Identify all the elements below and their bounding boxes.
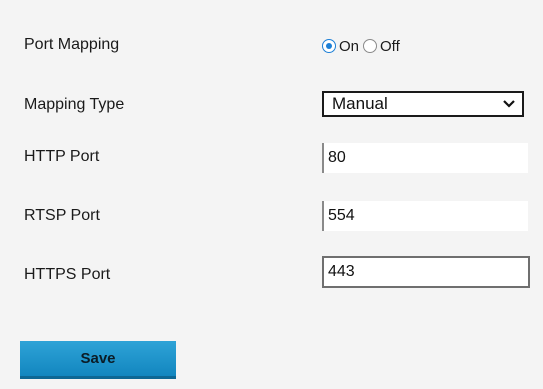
port-mapping-settings-panel: Port Mapping On Off Mapping Type Manual …	[0, 0, 543, 389]
save-button[interactable]: Save	[20, 341, 176, 379]
port-mapping-label: Port Mapping	[24, 36, 120, 53]
http-port-label: HTTP Port	[24, 148, 100, 165]
mapping-type-label: Mapping Type	[24, 96, 125, 113]
port-mapping-on-label[interactable]: On	[339, 38, 359, 55]
rtsp-port-input[interactable]	[322, 201, 528, 231]
port-mapping-radio-group: On Off	[322, 34, 404, 58]
rtsp-port-label: RTSP Port	[24, 207, 100, 224]
port-mapping-on-radio[interactable]	[322, 39, 336, 53]
chevron-down-icon	[502, 99, 516, 109]
https-port-label: HTTPS Port	[24, 266, 111, 283]
http-port-input[interactable]	[322, 143, 528, 173]
port-mapping-off-radio[interactable]	[363, 39, 378, 53]
https-port-input[interactable]	[322, 256, 530, 288]
port-mapping-off-label[interactable]: Off	[380, 38, 400, 55]
mapping-type-selected-value: Manual	[332, 94, 388, 113]
mapping-type-select[interactable]: Manual	[322, 91, 524, 117]
